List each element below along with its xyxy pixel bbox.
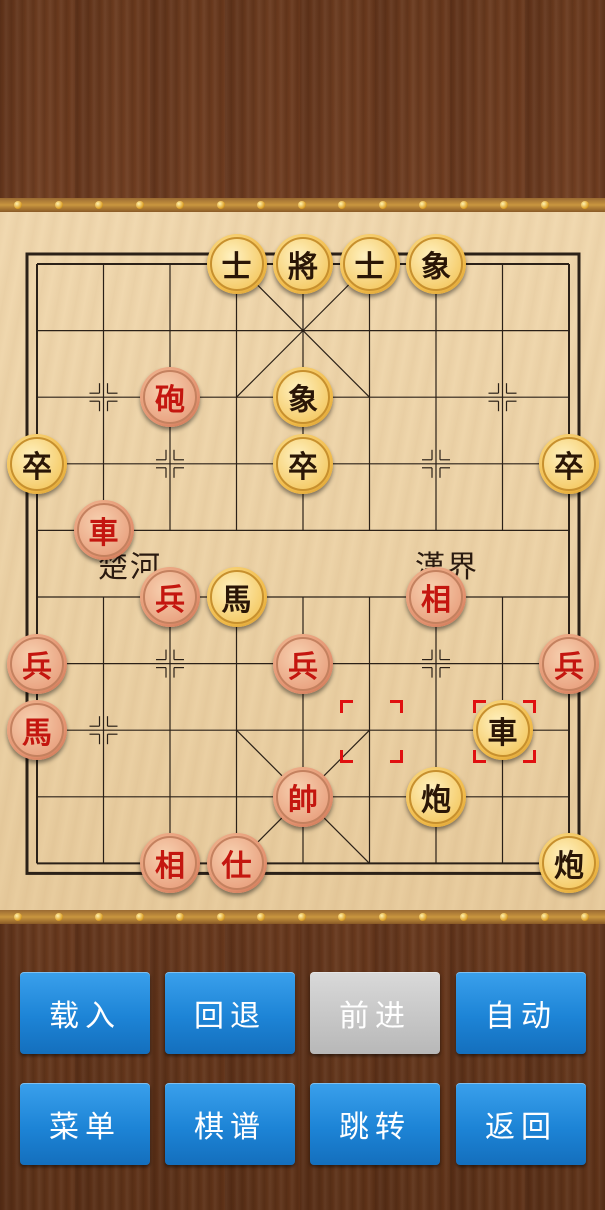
move-from-marker: [339, 750, 353, 764]
load-button[interactable]: 载入: [20, 972, 150, 1054]
red-soldier-3[interactable]: 兵: [273, 633, 333, 694]
rail-stud: [419, 913, 427, 921]
piece-label: 相: [143, 836, 197, 891]
rail-stud: [14, 201, 22, 209]
move-to-marker: [472, 700, 486, 714]
record-button[interactable]: 棋谱: [165, 1083, 295, 1165]
wood-header: [0, 0, 605, 200]
rail-stud: [378, 913, 387, 921]
rail-stud: [581, 201, 589, 209]
red-elephant-2[interactable]: 相: [140, 833, 200, 894]
black-advisor-1[interactable]: 士: [206, 234, 267, 294]
move-from-marker: [389, 700, 403, 714]
piece-label: 卒: [542, 436, 596, 491]
rail-stud: [54, 913, 63, 921]
piece-label: 士: [342, 237, 397, 291]
move-from-marker: [339, 700, 353, 714]
rail-stud: [216, 913, 225, 921]
undo-button[interactable]: 回退: [165, 972, 295, 1054]
rail-stud: [135, 201, 144, 209]
rail-stud: [297, 201, 306, 209]
red-soldier-2[interactable]: 兵: [7, 633, 67, 694]
piece-label: 帥: [276, 769, 330, 824]
rail-stud: [419, 201, 427, 209]
rail-stud: [540, 913, 549, 921]
red-horse[interactable]: 馬: [7, 700, 67, 761]
piece-label: 車: [76, 503, 131, 558]
red-advisor[interactable]: 仕: [206, 833, 267, 894]
menu-button[interactable]: 菜单: [20, 1083, 150, 1165]
rail-stud: [176, 201, 184, 209]
rail-stud: [581, 913, 589, 921]
rail-stud: [459, 201, 468, 209]
jump-button[interactable]: 跳转: [310, 1083, 440, 1165]
piece-label: 象: [409, 237, 463, 291]
black-general[interactable]: 將: [273, 234, 333, 294]
red-general[interactable]: 帥: [273, 766, 333, 827]
chess-board[interactable]: 楚河 漢界 士將士象砲象卒卒卒車兵馬相兵兵兵馬車帥炮相仕炮: [0, 212, 605, 910]
move-to-marker: [522, 750, 536, 764]
black-elephant-2[interactable]: 象: [273, 367, 333, 428]
black-soldier-1[interactable]: 卒: [7, 433, 67, 494]
red-elephant-1[interactable]: 相: [406, 567, 466, 627]
rail-stud: [176, 913, 184, 921]
rail-stud: [14, 913, 22, 921]
piece-label: 砲: [143, 370, 197, 425]
piece-label: 炮: [409, 769, 463, 824]
rail-stud: [297, 913, 306, 921]
rail-stud: [95, 201, 103, 209]
black-soldier-2[interactable]: 卒: [273, 433, 333, 494]
black-soldier-3[interactable]: 卒: [539, 433, 599, 494]
piece-label: 卒: [276, 436, 330, 491]
move-to-marker: [472, 750, 486, 764]
forward-button[interactable]: 前进: [310, 972, 440, 1054]
auto-button[interactable]: 自动: [456, 972, 586, 1054]
black-elephant-1[interactable]: 象: [406, 234, 466, 294]
rail-stud: [459, 913, 468, 921]
board-rail-bottom: [0, 910, 605, 924]
red-cannon-1[interactable]: 砲: [140, 367, 200, 428]
black-cannon-2[interactable]: 炮: [539, 833, 599, 894]
black-advisor-2[interactable]: 士: [339, 234, 400, 294]
piece-label: 象: [276, 370, 330, 425]
piece-label: 將: [276, 237, 330, 291]
piece-label: 馬: [209, 570, 264, 624]
rail-stud: [257, 201, 265, 209]
black-cannon-1[interactable]: 炮: [406, 766, 466, 827]
rail-stud: [338, 201, 346, 209]
red-soldier-1[interactable]: 兵: [140, 567, 200, 627]
piece-label: 士: [209, 237, 264, 291]
move-from-marker: [389, 750, 403, 764]
back-button[interactable]: 返回: [456, 1083, 586, 1165]
piece-label: 馬: [10, 703, 64, 758]
rail-stud: [135, 913, 144, 921]
rail-stud: [338, 913, 346, 921]
rail-stud: [500, 201, 508, 209]
piece-label: 仕: [209, 836, 264, 891]
rail-stud: [216, 201, 225, 209]
piece-label: 卒: [10, 436, 64, 491]
rail-stud: [54, 201, 63, 209]
piece-label: 兵: [542, 636, 596, 691]
black-horse[interactable]: 馬: [206, 567, 267, 627]
move-to-marker: [522, 700, 536, 714]
rail-stud: [378, 201, 387, 209]
piece-label: 兵: [276, 636, 330, 691]
piece-label: 相: [409, 570, 463, 624]
board-rail-top: [0, 198, 605, 212]
piece-label: 炮: [542, 836, 596, 891]
rail-stud: [540, 201, 549, 209]
red-soldier-4[interactable]: 兵: [539, 633, 599, 694]
rail-stud: [257, 913, 265, 921]
rail-stud: [500, 913, 508, 921]
rail-stud: [95, 913, 103, 921]
piece-label: 兵: [10, 636, 64, 691]
piece-label: 兵: [143, 570, 197, 624]
red-chariot[interactable]: 車: [73, 500, 134, 561]
